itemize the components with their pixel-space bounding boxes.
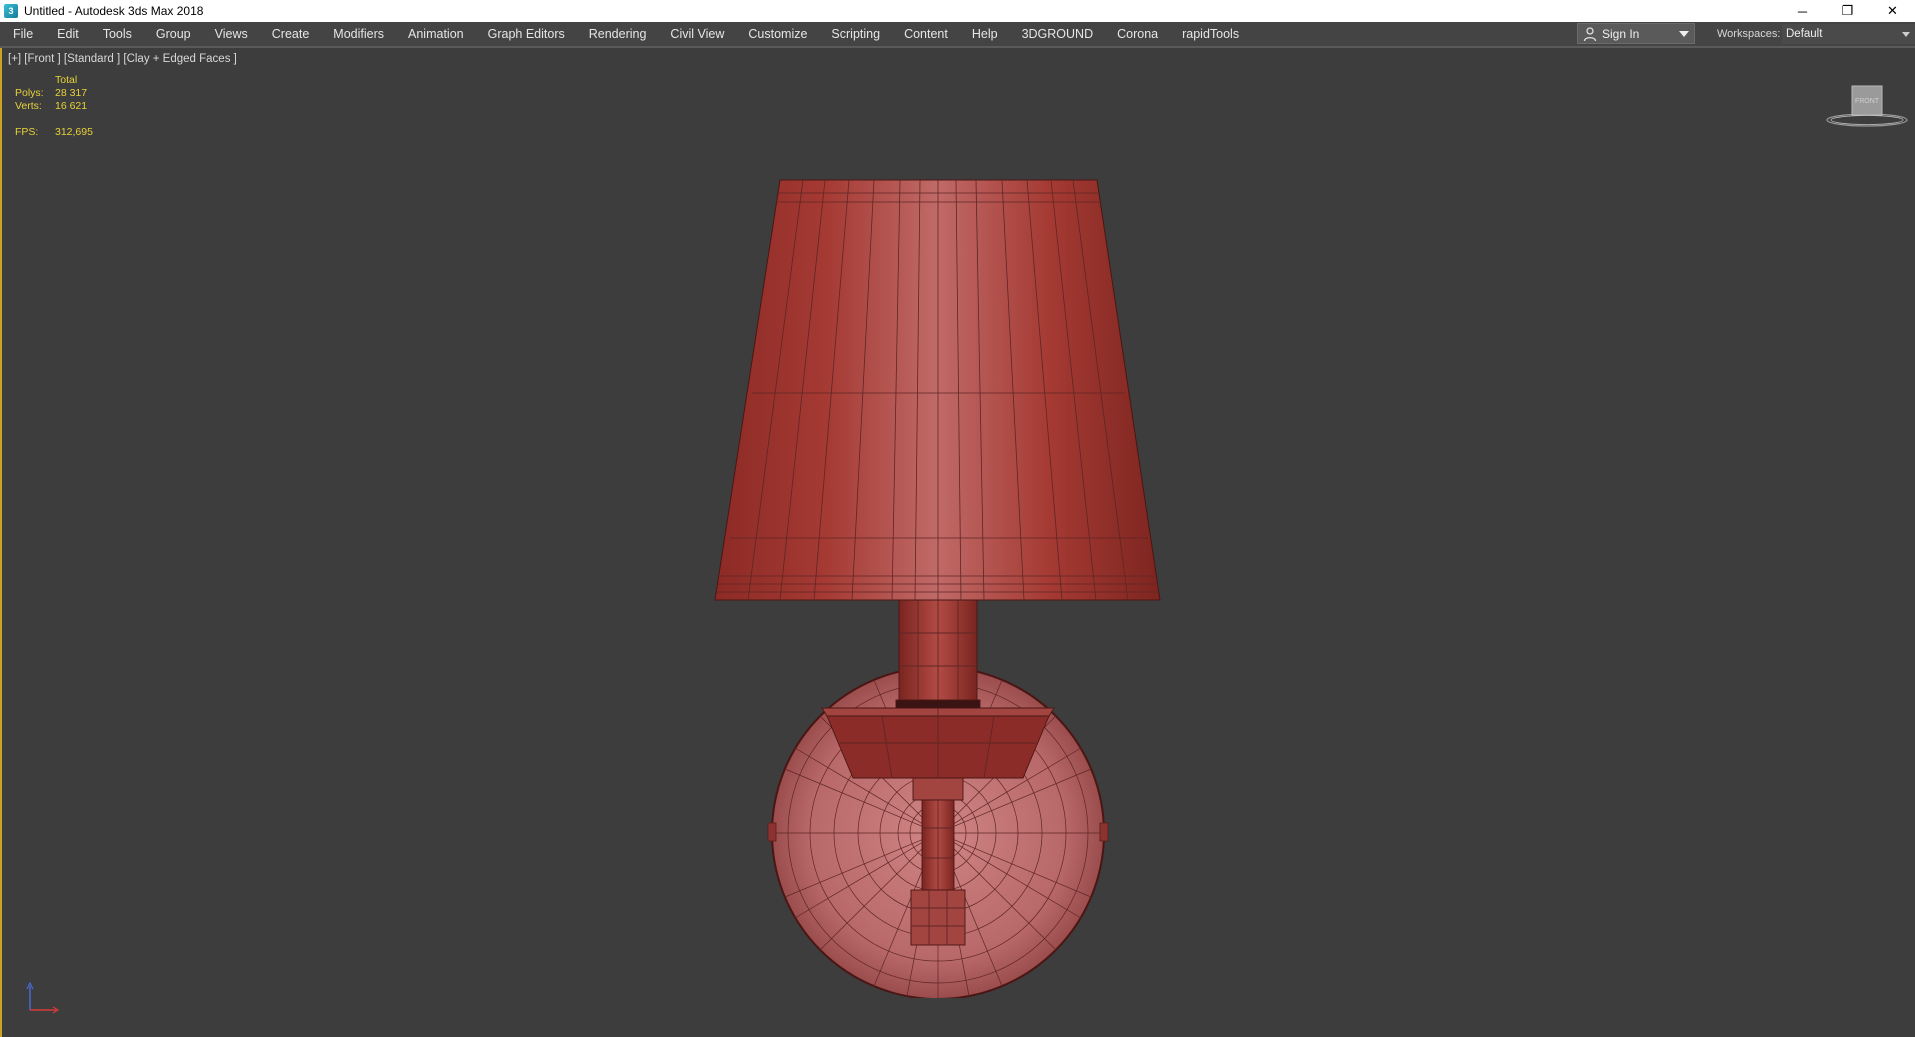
restore-button[interactable]: ❐	[1825, 0, 1870, 22]
3dsmax-app-icon[interactable]: 3	[4, 4, 18, 18]
menu-help[interactable]: Help	[960, 22, 1010, 46]
window-titlebar: 3 Untitled - Autodesk 3ds Max 2018 ─ ❐ ✕	[0, 0, 1915, 22]
polys-value: 28 317	[55, 87, 88, 99]
front-viewport[interactable]: [+] [Front ] [Standard ] [Clay + Edged F…	[0, 48, 1915, 1037]
menu-modifiers[interactable]: Modifiers	[321, 22, 396, 46]
wall-lamp-model[interactable]	[702, 138, 1182, 998]
workspaces-label: Workspaces:	[1717, 28, 1781, 40]
chevron-down-icon	[1679, 31, 1689, 37]
menu-civil-view[interactable]: Civil View	[658, 22, 736, 46]
menu-rapidtools[interactable]: rapidTools	[1170, 22, 1251, 46]
close-button[interactable]: ✕	[1870, 0, 1915, 22]
menu-group[interactable]: Group	[144, 22, 203, 46]
viewport-label-menu[interactable]: [+] [Front ] [Standard ] [Clay + Edged F…	[8, 53, 237, 65]
verts-value: 16 621	[55, 100, 88, 112]
chevron-down-icon	[1902, 32, 1910, 37]
menu-customize[interactable]: Customize	[736, 22, 819, 46]
verts-label: Verts:	[15, 100, 42, 112]
menu-scripting[interactable]: Scripting	[819, 22, 892, 46]
fps-value: 312,695	[55, 126, 93, 138]
polys-label: Polys:	[15, 87, 44, 99]
viewcube-face-label: FRONT	[1855, 98, 1880, 105]
lamp-stem	[898, 599, 978, 701]
workspace-value: Default	[1786, 28, 1823, 40]
window-controls: ─ ❐ ✕	[1780, 0, 1915, 22]
menu-corona[interactable]: Corona	[1105, 22, 1170, 46]
viewcube-icon[interactable]: FRONT	[1822, 83, 1912, 133]
menu-tools[interactable]: Tools	[91, 22, 144, 46]
window-title: Untitled - Autodesk 3ds Max 2018	[24, 4, 204, 18]
fps-label: FPS:	[15, 126, 39, 138]
user-icon	[1583, 26, 1597, 41]
minimize-button[interactable]: ─	[1780, 0, 1825, 22]
menu-edit[interactable]: Edit	[45, 22, 91, 46]
menu-content[interactable]: Content	[892, 22, 960, 46]
sign-in-button[interactable]: Sign In	[1577, 23, 1695, 44]
menu-3dground[interactable]: 3DGROUND	[1010, 22, 1106, 46]
stats-header: Total	[55, 74, 78, 86]
workspace-dropdown[interactable]: Default	[1782, 24, 1915, 44]
axis-tripod-icon	[26, 981, 60, 1014]
menu-file[interactable]: File	[0, 22, 45, 46]
menu-graph-editors[interactable]: Graph Editors	[476, 22, 577, 46]
sign-in-label: Sign In	[1602, 26, 1640, 41]
lamp-shade	[714, 179, 1161, 601]
menu-rendering[interactable]: Rendering	[577, 22, 659, 46]
menu-animation[interactable]: Animation	[396, 22, 476, 46]
menu-create[interactable]: Create	[260, 22, 322, 46]
menu-views[interactable]: Views	[203, 22, 260, 46]
